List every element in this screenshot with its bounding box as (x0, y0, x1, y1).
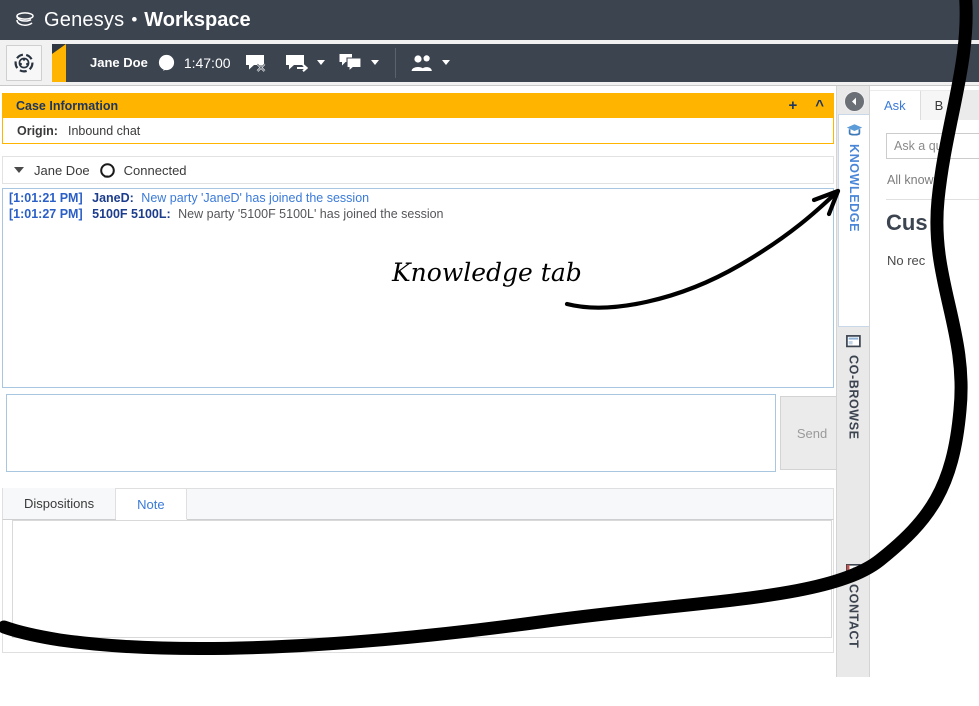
chevron-down-icon[interactable] (370, 60, 379, 65)
tab-browse[interactable]: B (919, 91, 958, 120)
chat-message-row: [1:01:27 PM] 5100F 5100L: New party '510… (3, 205, 833, 221)
bottom-tab-bar: Dispositions Note (2, 488, 834, 520)
party-status-bar[interactable]: Jane Doe Connected (2, 156, 834, 184)
interaction-party-name: Jane Doe (90, 55, 148, 70)
knowledge-search-input[interactable]: Ask a que (886, 133, 979, 159)
chevron-down-icon[interactable] (441, 60, 450, 65)
case-information-header[interactable]: Case Information + ^ (2, 93, 834, 118)
chat-timestamp: [1:01:27 PM] (9, 207, 83, 221)
chat-bubble-icon (158, 54, 175, 71)
chat-sender: JaneD: (92, 191, 134, 205)
brand-separator: • (131, 10, 138, 29)
chevron-down-icon[interactable] (316, 60, 325, 65)
contact-card-icon (846, 564, 861, 578)
app-title: Workspace (144, 8, 251, 31)
chat-timestamp: [1:01:21 PM] (9, 191, 83, 205)
sidebar-tab-contact[interactable]: CONTACT (838, 556, 869, 706)
chat-transfer-icon[interactable] (285, 46, 325, 80)
application-window: Genesys • Workspace Jane Doe 1:47:00 Cas… (0, 0, 979, 677)
title-bar: Genesys • Workspace (0, 0, 979, 40)
brand-name: Genesys (44, 8, 125, 31)
chat-text: New party 'JaneD' has joined the session (141, 191, 370, 205)
knowledge-divider (886, 199, 979, 200)
chevron-up-icon[interactable]: ^ (815, 98, 824, 113)
chat-sender: 5100F 5100L: (92, 207, 171, 221)
chat-consult-icon[interactable] (339, 46, 379, 80)
origin-label: Origin: (17, 123, 58, 138)
toolbar-divider (394, 47, 396, 78)
sidebar-tab-cobrowse[interactable]: CO-BROWSE (838, 327, 869, 527)
origin-value: Inbound chat (67, 123, 141, 138)
interaction-accent-marker (52, 43, 66, 82)
sidebar-tab-knowledge[interactable]: KNOWLEDGE (838, 114, 869, 327)
chat-message-row: [1:01:21 PM] JaneD: New party 'JaneD' ha… (3, 189, 833, 205)
plus-icon[interactable]: + (788, 98, 797, 113)
main-toolbar: Jane Doe 1:47:00 (0, 40, 979, 86)
tab-note[interactable]: Note (116, 489, 187, 520)
caret-down-icon[interactable] (14, 167, 24, 173)
sidebar-tab-cobrowse-label: CO-BROWSE (846, 355, 861, 440)
workspace-target-icon[interactable] (6, 44, 42, 81)
case-information-body: Origin: Inbound chat (2, 118, 834, 144)
case-information-title: Case Information (16, 98, 119, 113)
send-button[interactable]: Send (780, 396, 844, 470)
knowledge-panel: Ask B Ask a que All know Cus No rec (869, 86, 979, 677)
note-editor[interactable] (12, 520, 832, 638)
chat-bubble-icon (99, 162, 115, 178)
sidebar-tab-contact-label: CONTACT (846, 584, 861, 649)
knowledge-filter-label[interactable]: All know (887, 173, 934, 187)
chat-text: New party '5100F 5100L' has joined the s… (178, 207, 444, 221)
tab-dispositions[interactable]: Dispositions (3, 488, 117, 519)
genesys-logo-icon (14, 9, 36, 31)
graduation-cap-icon (846, 123, 863, 138)
knowledge-empty-message: No rec (887, 253, 926, 268)
message-input[interactable] (6, 394, 776, 472)
sidebar-tab-knowledge-label: KNOWLEDGE (847, 144, 861, 233)
knowledge-tab-bar: Ask B (870, 90, 979, 120)
cobrowse-window-icon (845, 335, 862, 349)
interaction-pane: Case Information + ^ Origin: Inbound cha… (0, 86, 844, 677)
interaction-bar: Jane Doe 1:47:00 (52, 43, 979, 82)
chat-transcript: [1:01:21 PM] JaneD: New party 'JaneD' ha… (2, 188, 834, 388)
party-state: Connected (123, 162, 187, 178)
person-group-icon[interactable] (410, 46, 450, 80)
chat-end-icon[interactable] (245, 46, 271, 80)
interaction-timer: 1:47:00 (183, 54, 231, 71)
party-name: Jane Doe (34, 162, 90, 178)
tab-ask[interactable]: Ask (870, 91, 920, 120)
main-content-area: Case Information + ^ Origin: Inbound cha… (0, 86, 979, 677)
side-tab-rail: KNOWLEDGE CO-BROWSE CONTACT (836, 86, 869, 677)
knowledge-section-heading: Cus (886, 210, 928, 235)
collapse-left-icon[interactable] (844, 91, 865, 112)
composer: Send (2, 394, 844, 472)
